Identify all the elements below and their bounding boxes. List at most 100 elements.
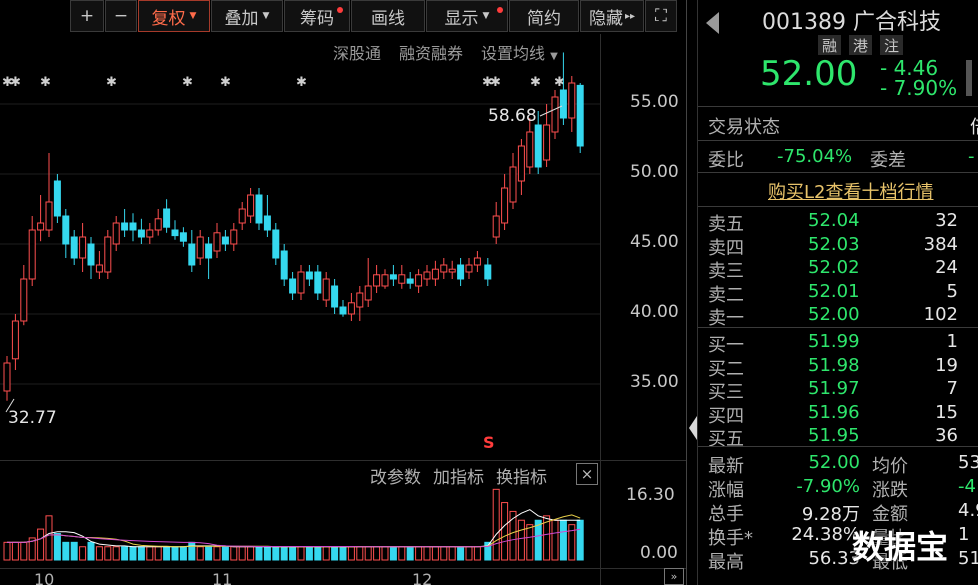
volume-bar bbox=[247, 546, 255, 561]
candle-body bbox=[551, 96, 559, 133]
volume-bar bbox=[517, 519, 525, 561]
stat-value: 51 bbox=[958, 548, 978, 569]
volume-bar bbox=[576, 519, 584, 561]
candle-body bbox=[53, 180, 61, 217]
close-indicator-button[interactable]: × bbox=[576, 463, 598, 485]
candle-body bbox=[263, 215, 271, 231]
volume-bar bbox=[501, 502, 509, 561]
stat-label: 最新 bbox=[708, 456, 744, 477]
volume-bar bbox=[188, 541, 196, 561]
level-volume: 102 bbox=[923, 304, 958, 326]
candle-body bbox=[356, 292, 364, 308]
plus-icon: + bbox=[79, 6, 95, 26]
buy-l2-link[interactable]: 购买L2查看十档行情 bbox=[768, 178, 933, 204]
event-marker: ✱ bbox=[40, 75, 51, 90]
volume-bar bbox=[230, 546, 238, 561]
candle-body bbox=[129, 222, 137, 231]
zoom-out-button[interactable]: − bbox=[105, 0, 137, 32]
candle-body bbox=[272, 229, 280, 259]
collapse-panel-icon[interactable] bbox=[689, 416, 697, 440]
candle-body bbox=[373, 274, 381, 287]
volume-bar bbox=[255, 546, 263, 561]
kline-chart[interactable]: ✱✱ ✱ ✱ ✱ ✱ ✱ ✱✱ ✱ ✱ bbox=[0, 34, 686, 585]
stat-value: 24.38% bbox=[791, 524, 860, 545]
change-param-link[interactable]: 改参数 bbox=[370, 463, 421, 488]
candle-body bbox=[406, 278, 414, 284]
fuquan-label: 复权 bbox=[151, 8, 186, 29]
level-price: 52.01 bbox=[808, 280, 860, 302]
scroll-right-button[interactable]: » bbox=[664, 568, 684, 585]
level-label: 买三 bbox=[708, 382, 744, 404]
volume-axis-max: 16.30 bbox=[626, 485, 675, 505]
jianyue-button[interactable]: 简约 bbox=[509, 0, 579, 32]
event-marker: ✱ bbox=[530, 75, 541, 90]
chouma-label: 筹码 bbox=[300, 8, 334, 29]
volume-bar bbox=[492, 488, 500, 561]
switch-indicator-link[interactable]: 换指标 bbox=[496, 463, 547, 488]
stat-value: 9.28万 bbox=[801, 504, 860, 525]
chart-toolbar: + − 复权 ▼ 叠加 ▼ 筹码 画线 显示 ▼ 简约 隐藏 ▸▸ ⛶ bbox=[70, 0, 686, 34]
volume-bar bbox=[70, 541, 78, 561]
volume-bar bbox=[331, 546, 339, 561]
stock-code-name: 001389 广合科技 bbox=[762, 10, 941, 35]
level-label: 买四 bbox=[708, 405, 744, 427]
candle-body bbox=[221, 236, 229, 245]
volume-bar bbox=[551, 519, 559, 561]
stat-value: 53 bbox=[958, 452, 978, 473]
stat-value: -7.90% bbox=[796, 476, 860, 497]
panel-scrollbar[interactable] bbox=[966, 60, 972, 96]
yincang-button[interactable]: 隐藏 ▸▸ bbox=[580, 0, 644, 32]
candle-body bbox=[492, 215, 500, 238]
volume-bar bbox=[448, 546, 456, 561]
candle-body bbox=[196, 236, 204, 259]
current-price: 52.00 bbox=[760, 54, 858, 94]
ask-row: 卖二 52.01 5 bbox=[706, 280, 978, 306]
level-label: 买二 bbox=[708, 358, 744, 380]
level-label: 卖四 bbox=[708, 237, 744, 259]
candle-body bbox=[45, 201, 53, 231]
price-tick: 45.00 bbox=[630, 232, 679, 252]
low-price-label: 32.77 bbox=[8, 408, 57, 428]
candle-body bbox=[179, 232, 187, 242]
diejia-dropdown[interactable]: 叠加 ▼ bbox=[211, 0, 283, 32]
level-price: 51.98 bbox=[808, 354, 860, 376]
volume-bar bbox=[87, 541, 95, 561]
huaxian-button[interactable]: 画线 bbox=[351, 0, 425, 32]
volume-bar bbox=[11, 541, 19, 561]
volume-bar bbox=[373, 546, 381, 561]
level-volume: 15 bbox=[935, 401, 958, 423]
stat-label: 换手* bbox=[708, 528, 753, 549]
event-marker: ✱ bbox=[220, 75, 231, 90]
candle-body bbox=[314, 271, 322, 294]
candle-body bbox=[576, 84, 584, 147]
volume-bar bbox=[289, 546, 297, 561]
zoom-in-button[interactable]: + bbox=[70, 0, 104, 32]
bid-row: 买二 51.98 19 bbox=[706, 354, 978, 380]
add-indicator-link[interactable]: 加指标 bbox=[433, 463, 484, 488]
bid-row: 买五 51.95 36 bbox=[706, 425, 978, 450]
volume-bar bbox=[171, 546, 179, 561]
candle-body bbox=[331, 285, 339, 308]
divider bbox=[698, 106, 978, 107]
volume-bar bbox=[381, 546, 389, 561]
xianshi-dropdown[interactable]: 显示 ▼ bbox=[426, 0, 508, 32]
level-price: 51.95 bbox=[808, 425, 860, 447]
candle-body bbox=[188, 243, 196, 266]
volume-bar bbox=[79, 546, 87, 561]
volume-bar bbox=[465, 546, 473, 561]
stat-value: 56.33 bbox=[808, 548, 860, 569]
prev-stock-icon[interactable] bbox=[706, 12, 719, 34]
volume-bar bbox=[263, 546, 271, 561]
candle-body bbox=[534, 124, 542, 168]
volume-bar bbox=[196, 546, 204, 561]
divider bbox=[698, 206, 978, 207]
candle-body bbox=[163, 208, 171, 228]
candle-body bbox=[448, 268, 456, 273]
candle-body bbox=[543, 124, 551, 161]
fuquan-dropdown[interactable]: 复权 ▼ bbox=[138, 0, 210, 32]
fullscreen-button[interactable]: ⛶ bbox=[645, 0, 677, 32]
price-tick: 35.00 bbox=[630, 372, 679, 392]
chevron-down-icon: ▼ bbox=[482, 11, 490, 21]
volume-bar bbox=[389, 546, 397, 561]
chouma-button[interactable]: 筹码 bbox=[284, 0, 350, 32]
